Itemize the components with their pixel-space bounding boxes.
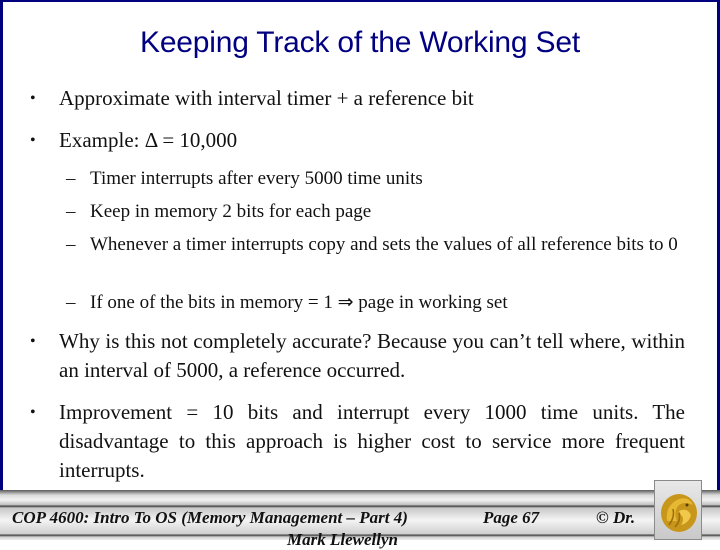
bullet-text: Why is this not completely accurate? Bec… <box>59 329 685 382</box>
sub-bullet-item: – If one of the bits in memory = 1 ⇒ pag… <box>66 290 683 315</box>
sub-bullet-item: – Whenever a timer interrupts copy and s… <box>66 232 683 257</box>
sub-bullet-marker: – <box>66 201 76 222</box>
sub-bullet-marker: – <box>66 168 76 189</box>
bullet-text: Improvement = 10 bits and interrupt ever… <box>59 400 685 482</box>
sub-bullet-marker: – <box>66 234 76 255</box>
slide-title: Keeping Track of the Working Set <box>140 26 580 59</box>
sub-bullet-text: If one of the bits in memory = 1 ⇒ page … <box>90 292 508 313</box>
bullet-text: Approximate with interval timer + a refe… <box>59 86 474 110</box>
sub-bullet-text: Keep in memory 2 bits for each page <box>90 201 372 222</box>
footer-course-title: COP 4600: Intro To OS (Memory Management… <box>12 508 408 527</box>
pegasus-logo-icon <box>661 494 697 532</box>
bullet-item: • Approximate with interval timer + a re… <box>30 84 685 113</box>
footer-author: Mark Llewellyn <box>287 530 398 549</box>
footer-copyright: © Dr. <box>596 508 636 527</box>
logo-box <box>654 480 702 540</box>
bullet-item: • Improvement = 10 bits and interrupt ev… <box>30 398 685 485</box>
bullet-marker: • <box>30 404 36 421</box>
sub-bullet-item: – Timer interrupts after every 5000 time… <box>66 166 683 191</box>
bullet-marker: • <box>30 90 36 107</box>
bullet-item: • Why is this not completely accurate? B… <box>30 327 685 385</box>
bullet-item: • Example: Δ = 10,000 <box>30 126 685 155</box>
bullet-text: Example: Δ = 10,000 <box>59 128 238 152</box>
sub-bullet-item: – Keep in memory 2 bits for each page <box>66 199 683 224</box>
sub-bullet-text: Timer interrupts after every 5000 time u… <box>90 168 423 189</box>
sub-bullet-marker: – <box>66 292 76 313</box>
bullet-marker: • <box>30 132 36 149</box>
sub-bullet-text: Whenever a timer interrupts copy and set… <box>90 234 678 255</box>
footer-page-number: Page 67 <box>483 508 540 527</box>
bullet-marker: • <box>30 333 36 350</box>
